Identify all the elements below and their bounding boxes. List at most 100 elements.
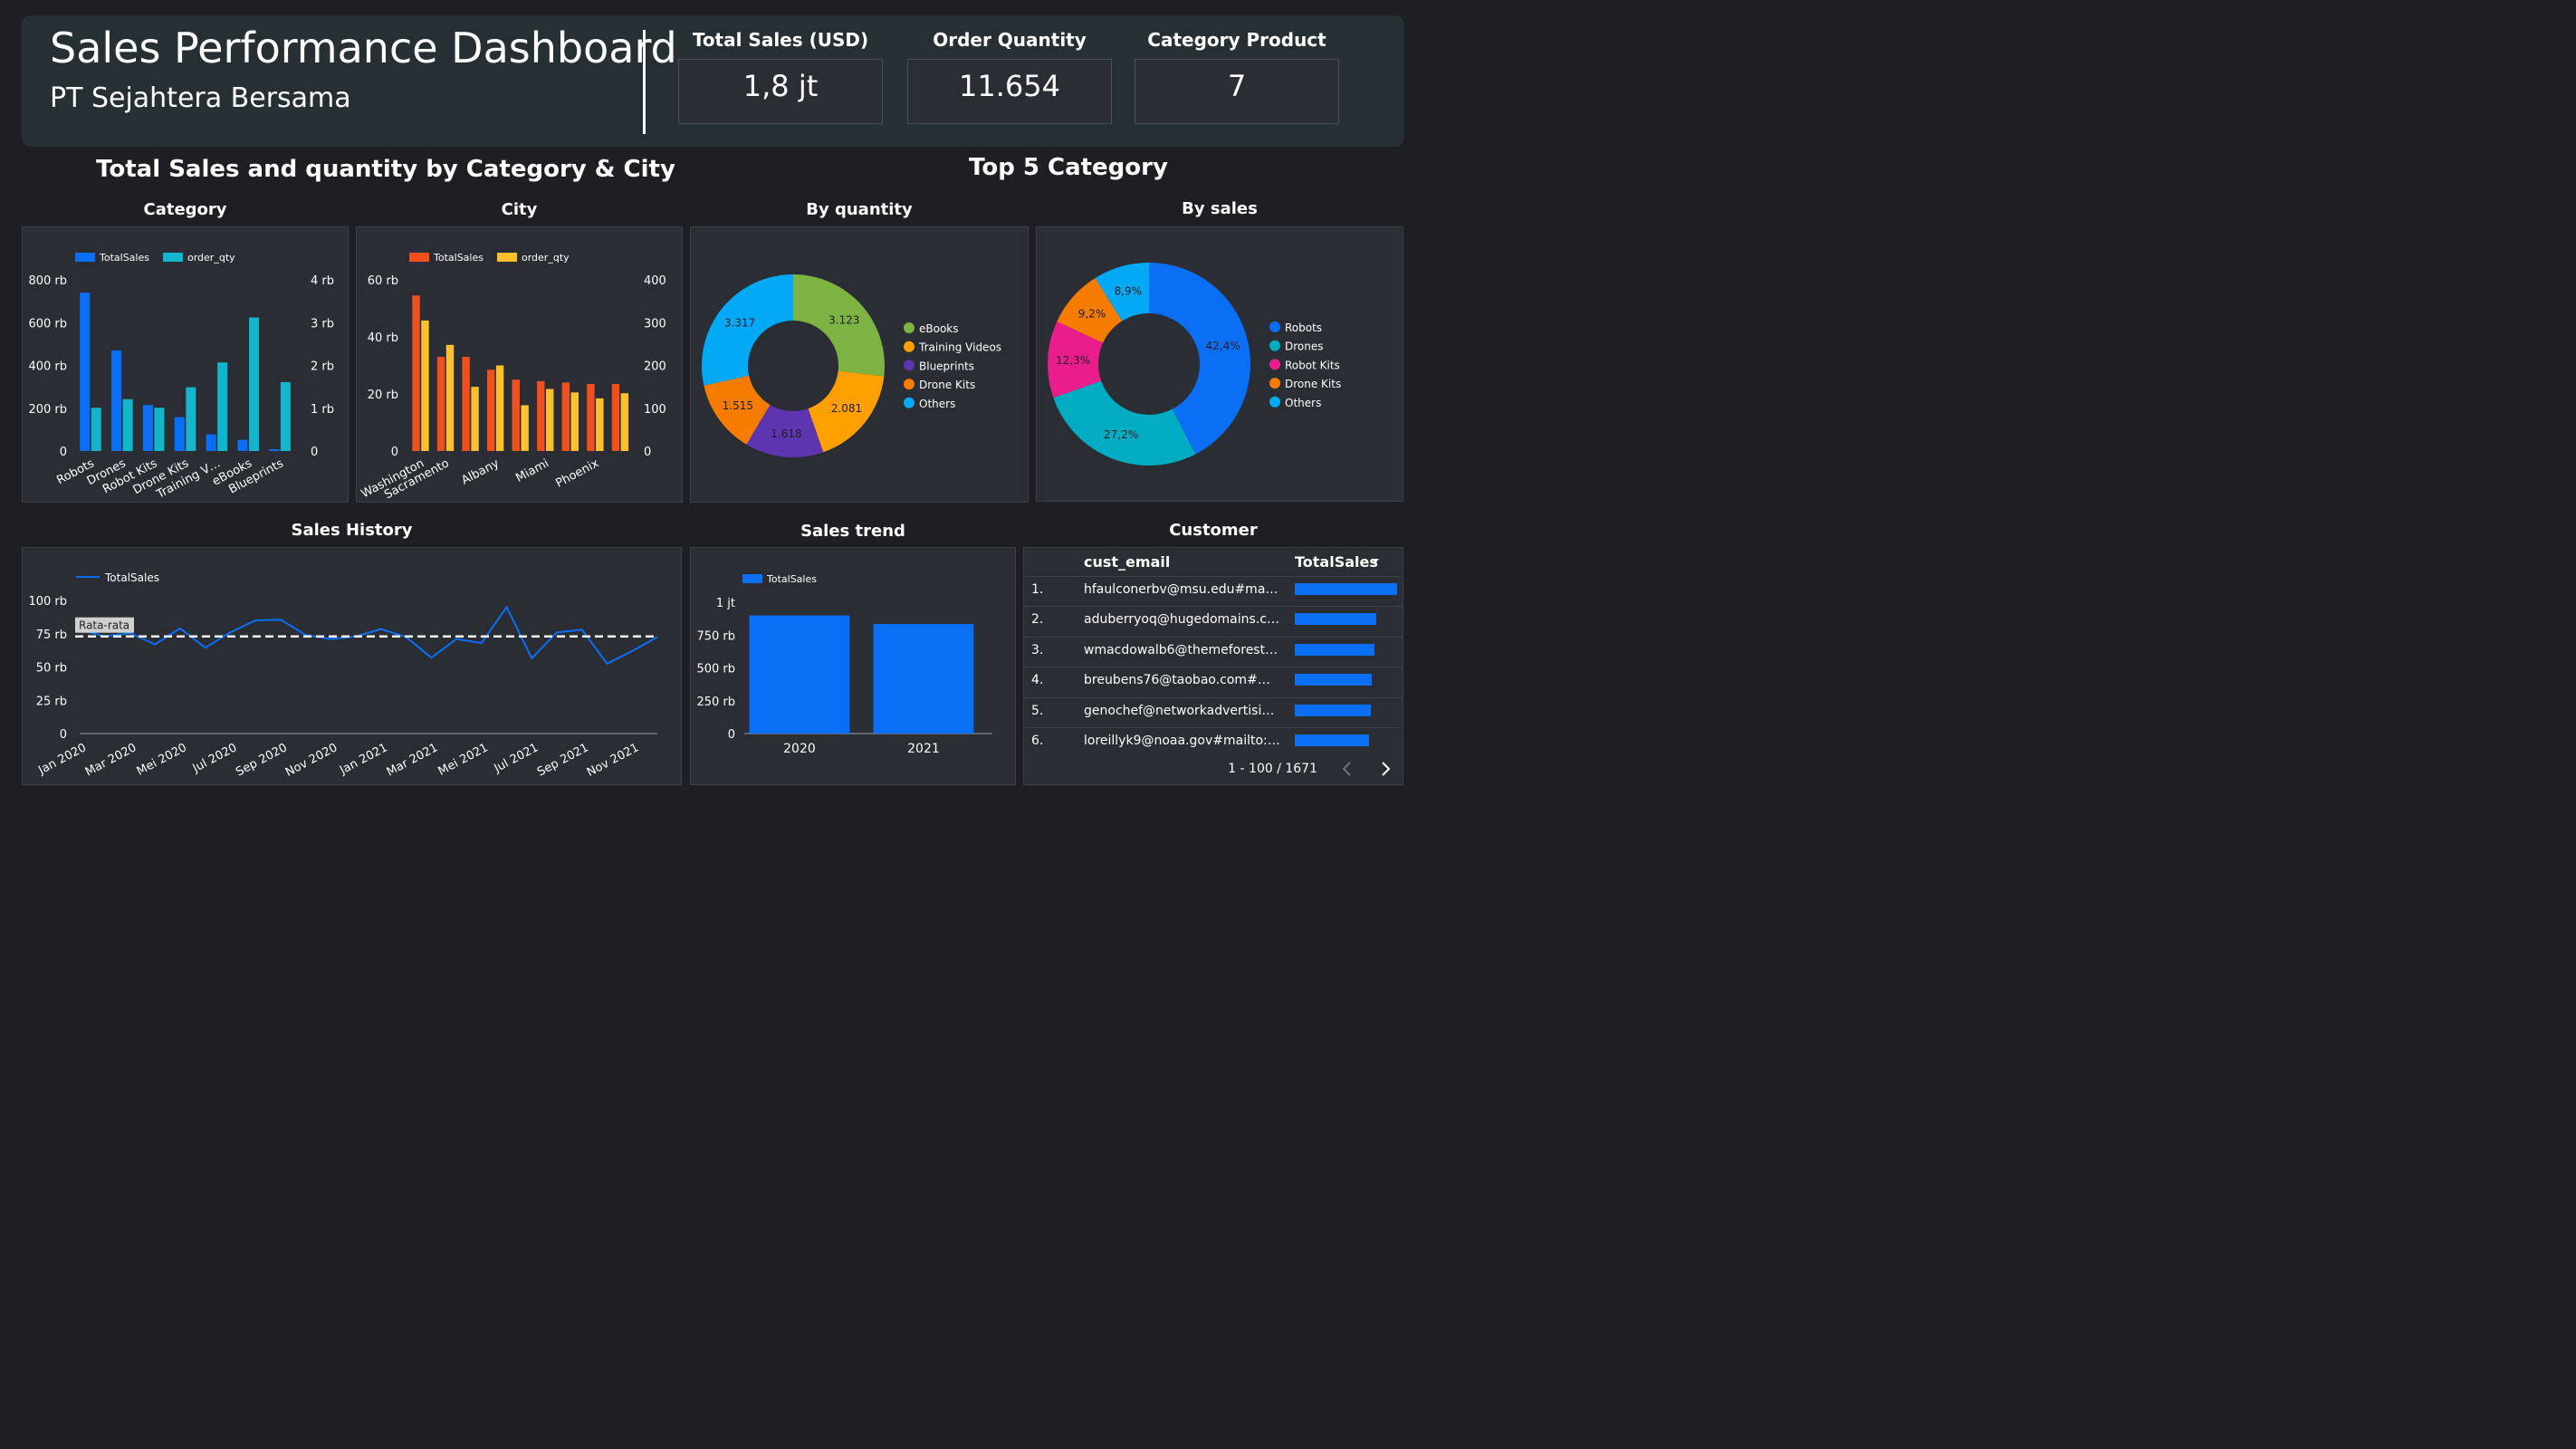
by-quantity-chart-value-label: 3.317 bbox=[724, 317, 755, 330]
sales-history-xtick: Mar 2021 bbox=[385, 741, 441, 779]
category-chart-bar-order_qty bbox=[217, 362, 228, 451]
category-chart-bar-TotalSales bbox=[269, 449, 280, 451]
sales-history-ytick: 25 rb bbox=[36, 695, 67, 708]
city-chart-bar-order_qty bbox=[596, 398, 604, 451]
city-chart-bar-TotalSales bbox=[587, 383, 595, 451]
sales-trend-ytick: 0 bbox=[728, 728, 735, 742]
sales-history-ytick: 50 rb bbox=[36, 662, 67, 676]
city-chart-bar-TotalSales bbox=[512, 379, 520, 451]
row-sales-bar bbox=[1295, 583, 1397, 595]
by-quantity-chart-value-label: 1.618 bbox=[771, 427, 801, 440]
row-email: hfaulconerbv@msu.edu#mailto:hfaulconerbv… bbox=[1084, 582, 1281, 597]
by-sales-chart-value-label: 42,4% bbox=[1206, 340, 1240, 352]
sales-history-ytick: 75 rb bbox=[36, 629, 67, 642]
city-chart-legend-order_qty-swatch bbox=[497, 253, 517, 262]
city-chart-legend-order_qty-label: order_qty bbox=[522, 252, 570, 264]
category-chart-bar-TotalSales bbox=[206, 434, 216, 451]
by-sales-chart-value-label: 8,9% bbox=[1115, 284, 1143, 297]
by-quantity-chart-legend-label: Training Videos bbox=[918, 341, 1001, 354]
by-quantity-chart-legend-label: Blueprints bbox=[919, 360, 974, 372]
row-number: 4. bbox=[1031, 673, 1044, 688]
category-chart-bar-TotalSales bbox=[111, 350, 122, 451]
by-quantity-chart-legend-dot bbox=[904, 379, 915, 390]
row-divider bbox=[1023, 606, 1403, 608]
by-sales-chart-legend-dot bbox=[1269, 396, 1280, 408]
sales-trend-bar bbox=[749, 615, 850, 734]
pagination-label: 1 - 100 / 1671 bbox=[1228, 762, 1317, 776]
city-chart-bar-TotalSales bbox=[436, 357, 445, 451]
sales-history-ytick: 100 rb bbox=[28, 595, 67, 609]
by-sales-chart-legend-label: Drone Kits bbox=[1285, 378, 1341, 390]
row-number: 5. bbox=[1031, 703, 1044, 718]
next-page-icon[interactable] bbox=[1379, 761, 1392, 777]
sales-history-xtick: Nov 2020 bbox=[283, 741, 340, 780]
city-chart-bar-TotalSales bbox=[462, 357, 470, 451]
sales-trend-ytick: 750 rb bbox=[696, 629, 735, 643]
row-number: 6. bbox=[1031, 734, 1044, 748]
row-number: 1. bbox=[1031, 582, 1044, 597]
category-chart-bar-order_qty bbox=[91, 408, 101, 451]
category-chart-ytick-right: 1 rb bbox=[311, 403, 334, 417]
category-chart-ytick-right: 2 rb bbox=[311, 360, 334, 374]
category-chart-bar-order_qty bbox=[186, 387, 196, 451]
by-sales-chart-legend-label: Robots bbox=[1285, 321, 1322, 334]
sales-trend-xtick: 2021 bbox=[907, 742, 940, 756]
row-sales-bar bbox=[1295, 643, 1375, 656]
city-chart-bar-order_qty bbox=[421, 320, 429, 451]
city-chart-bar-TotalSales bbox=[412, 295, 420, 451]
prev-page-icon[interactable] bbox=[1341, 761, 1354, 777]
column-header-totalsales[interactable]: TotalSales bbox=[1295, 553, 1378, 571]
sales-trend-xtick: 2020 bbox=[783, 742, 816, 756]
city-chart-bar-order_qty bbox=[521, 405, 529, 451]
category-chart-bar-order_qty bbox=[122, 398, 133, 451]
by-sales-chart-legend-label: Drones bbox=[1285, 341, 1324, 353]
city-chart-ytick-right: 200 bbox=[644, 360, 666, 374]
sales-history-reference-label: Rata-rata bbox=[79, 619, 129, 632]
sort-desc-icon[interactable] bbox=[1371, 558, 1380, 565]
city-chart-ytick-left: 0 bbox=[391, 446, 398, 459]
row-email: genochef@networkadvertising.org#mailto:g… bbox=[1084, 703, 1281, 718]
by-quantity-chart-legend-dot bbox=[904, 341, 915, 352]
row-email: aduberryoq@hugedomains.com#mailto:aduber… bbox=[1084, 612, 1281, 628]
city-chart-bar-TotalSales bbox=[537, 380, 545, 451]
city-chart-bar-order_qty bbox=[620, 393, 629, 451]
category-chart-ytick-right: 0 bbox=[311, 446, 318, 459]
city-chart-bar-order_qty bbox=[546, 389, 554, 451]
category-chart-ytick-left: 800 rb bbox=[28, 274, 67, 288]
category-chart-legend-TotalSales-label: TotalSales bbox=[99, 252, 149, 264]
sales-history-xtick: Jul 2020 bbox=[190, 741, 240, 776]
category-chart-ytick-right: 4 rb bbox=[311, 274, 334, 288]
category-chart-bar-TotalSales bbox=[80, 293, 91, 451]
category-chart-bar-TotalSales bbox=[174, 417, 185, 451]
sales-history-xtick: Mei 2021 bbox=[436, 741, 491, 778]
city-chart-ytick-left: 60 rb bbox=[368, 274, 398, 288]
by-sales-chart-value-label: 12,3% bbox=[1056, 354, 1090, 367]
city-chart-ytick-left: 20 rb bbox=[368, 389, 398, 402]
by-sales-chart-legend-label: Robot Kits bbox=[1285, 359, 1340, 371]
category-chart-legend-TotalSales-swatch bbox=[75, 253, 95, 262]
column-header-email[interactable]: cust_email bbox=[1084, 553, 1170, 571]
category-chart-bar-order_qty bbox=[249, 317, 260, 451]
by-quantity-chart-slice-4 bbox=[702, 274, 793, 386]
category-chart-bar-order_qty bbox=[154, 408, 165, 451]
sales-trend-legend-label: TotalSales bbox=[766, 573, 817, 585]
sales-history-xtick: Jan 2020 bbox=[35, 741, 88, 778]
row-divider bbox=[1023, 727, 1403, 728]
sales-trend-ytick: 500 rb bbox=[696, 663, 735, 677]
category-chart-bar-TotalSales bbox=[142, 405, 153, 451]
city-chart-xtick: Phoenix bbox=[553, 456, 601, 491]
by-sales-chart-value-label: 27,2% bbox=[1104, 428, 1138, 441]
sales-history-xtick: Mar 2020 bbox=[83, 741, 139, 779]
city-chart-bar-TotalSales bbox=[561, 382, 570, 451]
category-chart-ytick-left: 200 rb bbox=[28, 403, 67, 417]
city-chart-ytick-left: 40 rb bbox=[368, 331, 398, 345]
sales-history-xtick: Nov 2021 bbox=[585, 741, 641, 780]
by-quantity-chart-legend-label: Drone Kits bbox=[919, 379, 975, 391]
city-chart-ytick-right: 100 bbox=[644, 403, 666, 417]
by-quantity-chart-value-label: 2.081 bbox=[831, 402, 862, 415]
city-chart-ytick-right: 0 bbox=[644, 446, 651, 459]
by-sales-chart-slice-1 bbox=[1053, 380, 1196, 465]
sales-history-ytick: 0 bbox=[60, 728, 67, 742]
row-divider bbox=[1023, 696, 1403, 698]
category-chart-bar-order_qty bbox=[280, 381, 291, 451]
